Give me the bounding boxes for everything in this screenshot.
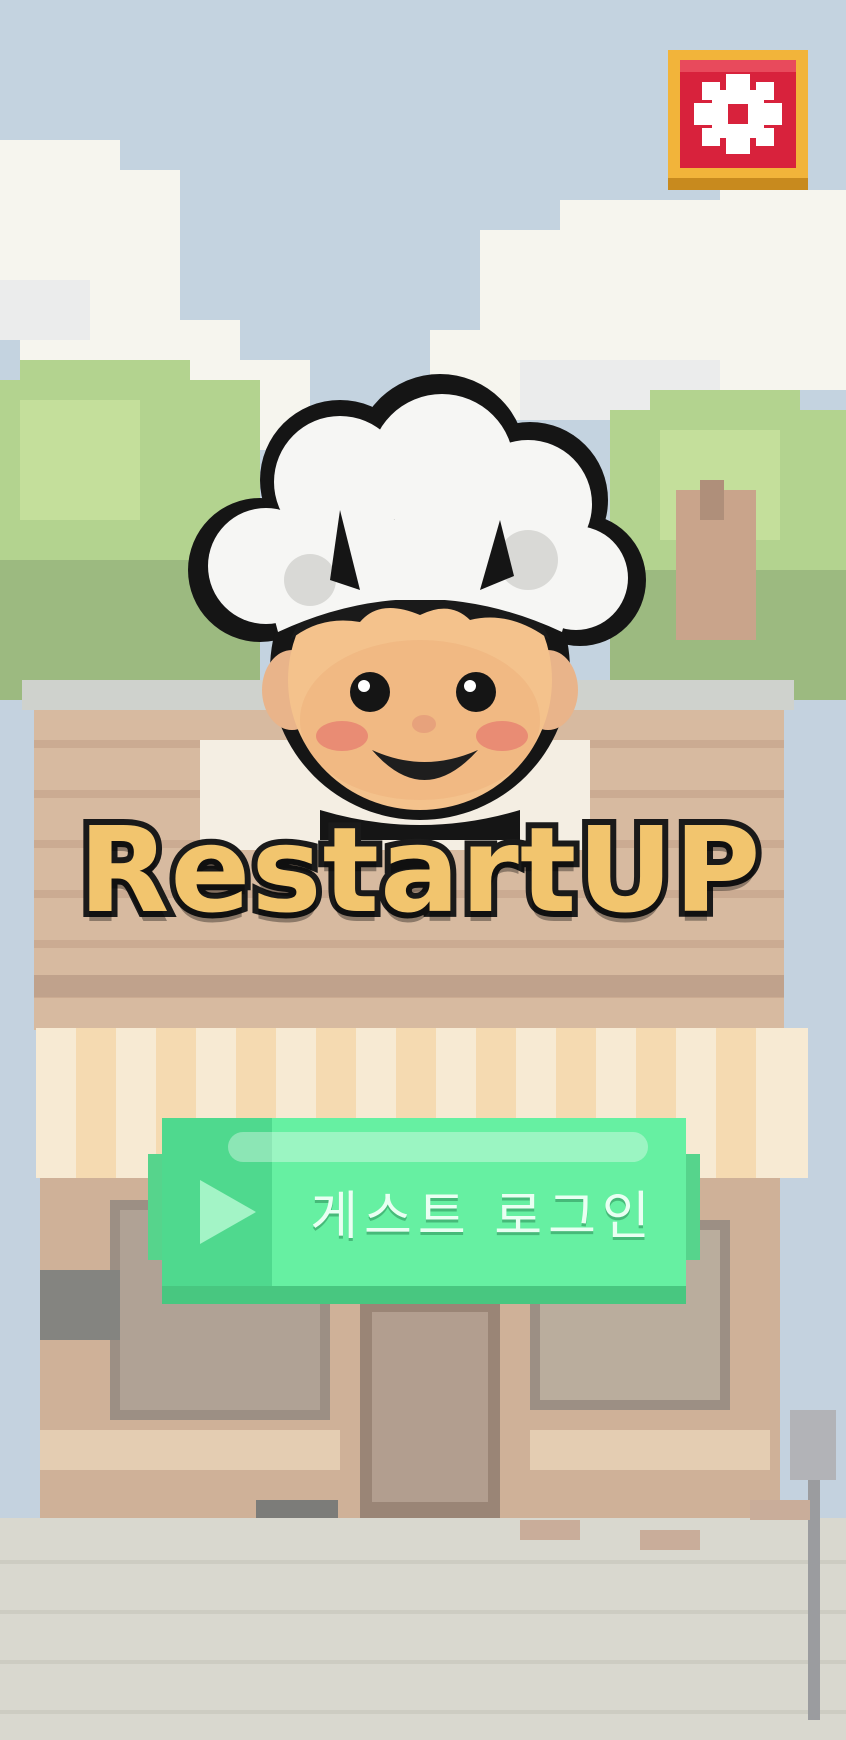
settings-button[interactable]: [668, 50, 808, 190]
play-icon: [200, 1180, 256, 1244]
chef-mascot: [180, 370, 660, 840]
game-title-screen: RestartUP 게스트 로그인: [0, 0, 846, 1740]
guest-login-label: 게스트 로그인: [310, 1186, 656, 1247]
game-title-text: RestartUP: [72, 795, 766, 945]
gear-icon: [668, 50, 808, 190]
guest-login-button[interactable]: 게스트 로그인: [148, 1118, 700, 1304]
button-edge-left: [148, 1154, 162, 1260]
button-edge-right: [686, 1154, 700, 1260]
game-title: RestartUP: [72, 795, 766, 945]
